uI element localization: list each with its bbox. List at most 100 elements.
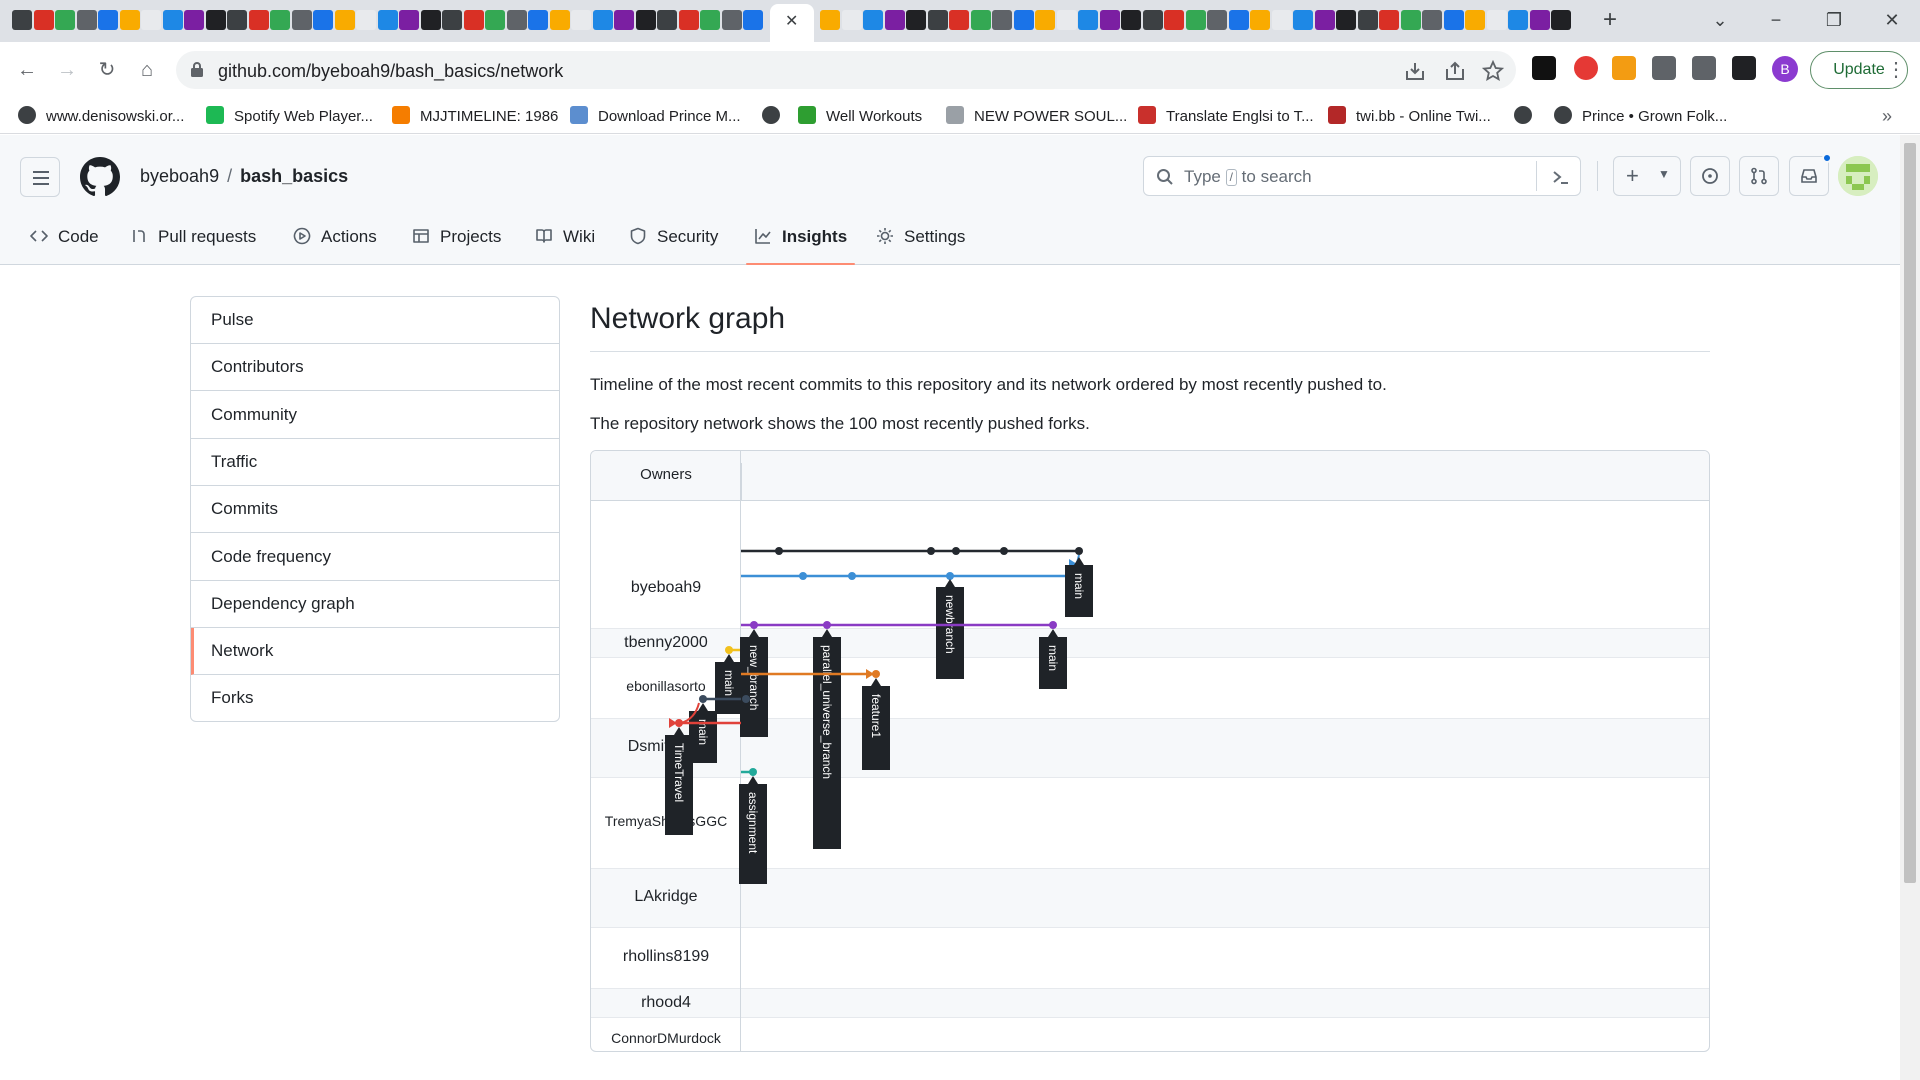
bookmark-item[interactable]: Translate Englsi to T... (1138, 106, 1314, 126)
commit-dot[interactable] (946, 572, 954, 580)
tab-favicon[interactable] (248, 10, 269, 30)
tab-favicon[interactable] (635, 10, 656, 30)
repo-link[interactable]: bash_basics (240, 166, 348, 186)
tab-favicon[interactable] (992, 10, 1012, 30)
tab-favicon[interactable] (1529, 10, 1550, 30)
sidebar-item-commits[interactable]: Commits (191, 486, 559, 534)
tab-favicon[interactable] (1164, 10, 1184, 30)
tab-favicon[interactable] (33, 10, 54, 30)
tab-favicon[interactable] (1142, 10, 1163, 30)
close-tab-icon[interactable]: ✕ (785, 12, 798, 32)
tab-favicon[interactable] (1207, 10, 1227, 30)
commit-dot[interactable] (1049, 621, 1057, 629)
adblock-icon[interactable] (1574, 56, 1598, 80)
tab-favicon[interactable] (291, 10, 312, 30)
tab-favicon[interactable] (98, 10, 118, 30)
tab-favicon[interactable] (442, 10, 462, 30)
branch-label[interactable]: main (1046, 645, 1060, 671)
command-palette-icon[interactable] (1552, 168, 1570, 186)
sidebar-item-pulse[interactable]: Pulse (191, 297, 559, 344)
sidebar-item-traffic[interactable]: Traffic (191, 439, 559, 486)
bookmark-item[interactable] (762, 106, 790, 126)
tab-favicon[interactable] (906, 10, 926, 30)
tab-favicon[interactable] (1293, 10, 1313, 30)
search-input[interactable]: Type / to search (1143, 156, 1581, 196)
bookmark-item[interactable]: www.denisowski.or... (18, 106, 184, 126)
tab-favicon[interactable] (528, 10, 548, 30)
tab-wiki[interactable]: Wiki (535, 221, 595, 265)
tab-favicon[interactable] (1400, 10, 1421, 30)
tab-favicon[interactable] (841, 10, 862, 30)
tab-favicon[interactable] (721, 10, 742, 30)
tab-favicon[interactable] (549, 10, 570, 30)
tab-favicon[interactable] (184, 10, 204, 30)
branch-label[interactable]: main (1072, 573, 1086, 599)
tab-favicon[interactable] (1271, 10, 1292, 30)
tab-actions[interactable]: Actions (293, 221, 377, 265)
tab-favicon[interactable] (270, 10, 290, 30)
commit-dot[interactable] (750, 621, 758, 629)
commit-dot[interactable] (872, 670, 880, 678)
tab-favicon[interactable] (377, 10, 398, 30)
tab-favicon[interactable] (1099, 10, 1120, 30)
tab-favicon[interactable] (863, 10, 883, 30)
sidebar-item-forks[interactable]: Forks (191, 675, 559, 721)
tab-favicon[interactable] (1357, 10, 1378, 30)
new-tab-button[interactable]: + (1596, 8, 1624, 32)
network-graph[interactable]: Owners byeboah9tbenny2000ebonillasortoDs… (590, 450, 1710, 1052)
bookmark-item[interactable]: Download Prince M... (570, 106, 741, 126)
commit-dot[interactable] (1000, 547, 1008, 555)
tab-settings[interactable]: Settings (876, 221, 965, 265)
tab-favicon[interactable] (1013, 10, 1034, 30)
tab-favicon[interactable] (1508, 10, 1528, 30)
commit-dot[interactable] (775, 547, 783, 555)
bookmark-item[interactable] (1514, 106, 1542, 126)
tab-favicon[interactable] (949, 10, 969, 30)
tab-favicon[interactable] (927, 10, 948, 30)
tab-favicon[interactable] (12, 10, 32, 30)
commit-dot[interactable] (699, 695, 707, 703)
tab-favicon[interactable] (1379, 10, 1399, 30)
branch-label[interactable]: parallel_universe_branch (820, 645, 834, 779)
tab-favicon[interactable] (700, 10, 720, 30)
bookmark-item[interactable]: NEW POWER SOUL... (946, 106, 1127, 126)
create-new-button[interactable]: + ▼ (1613, 156, 1681, 196)
owner-link[interactable]: byeboah9 (140, 166, 219, 186)
commit-dot[interactable] (749, 768, 757, 776)
bookmark-item[interactable]: Spotify Web Player... (206, 106, 373, 126)
address-bar[interactable]: github.com/byeboah9/bash_basics/network (176, 51, 1516, 89)
media-control-icon[interactable] (1692, 56, 1716, 80)
hamburger-menu-button[interactable] (20, 157, 60, 197)
tab-favicon[interactable] (463, 10, 484, 30)
reload-icon[interactable]: ↻ (93, 56, 121, 84)
tab-favicon[interactable] (1486, 10, 1507, 30)
tab-favicon[interactable] (1314, 10, 1335, 30)
close-window-button[interactable]: ✕ (1878, 8, 1906, 32)
user-avatar[interactable] (1838, 156, 1878, 196)
commit-dot[interactable] (799, 572, 807, 580)
commit-dot[interactable] (952, 547, 960, 555)
tab-projects[interactable]: Projects (412, 221, 501, 265)
bookmark-item[interactable]: Well Workouts (798, 106, 922, 126)
sidebar-item-community[interactable]: Community (191, 392, 559, 439)
tab-favicon[interactable] (420, 10, 441, 30)
home-icon[interactable]: ⌂ (133, 56, 161, 84)
tab-favicon[interactable] (1228, 10, 1249, 30)
tab-favicon[interactable] (884, 10, 905, 30)
maximize-button[interactable]: ❐ (1820, 8, 1848, 32)
commit-dot[interactable] (1075, 547, 1083, 555)
commit-dot[interactable] (742, 695, 750, 703)
share-icon[interactable] (1444, 60, 1466, 82)
tab-favicon[interactable] (743, 10, 763, 30)
commit-dot[interactable] (823, 621, 831, 629)
tab-favicon[interactable] (313, 10, 333, 30)
tab-favicon[interactable] (1465, 10, 1485, 30)
more-bookmarks-icon[interactable]: » (1882, 106, 1892, 126)
tab-favicon[interactable] (485, 10, 505, 30)
branch-label[interactable]: TimeTravel (672, 743, 686, 802)
commit-dot[interactable] (848, 572, 856, 580)
bookmark-item[interactable]: Prince • Grown Folk... (1554, 106, 1727, 126)
sidebar-item-contributors[interactable]: Contributors (191, 344, 559, 392)
commit-dot[interactable] (725, 646, 733, 654)
sidebar-item-dependency-graph[interactable]: Dependency graph (191, 581, 559, 628)
